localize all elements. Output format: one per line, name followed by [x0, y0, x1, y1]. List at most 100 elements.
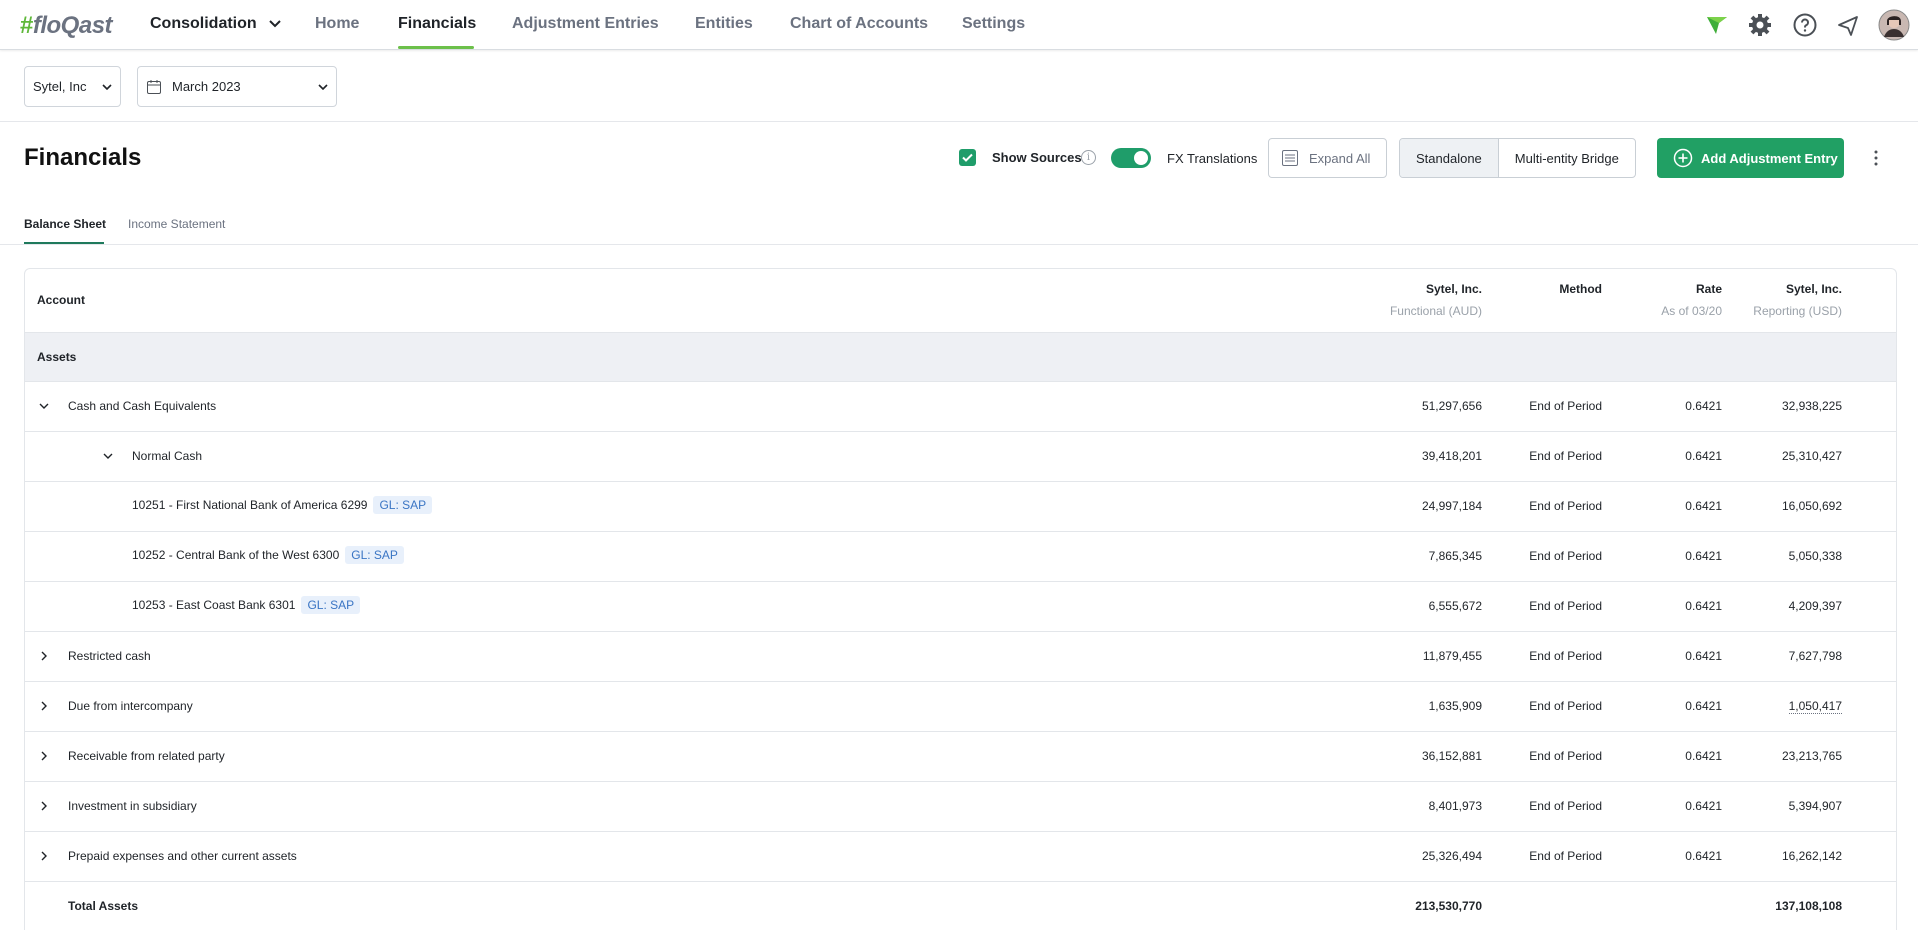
functional-value: 11,879,455 — [1422, 649, 1482, 663]
checkmark-icon — [962, 153, 973, 162]
table-row[interactable]: Restricted cash 11,879,455 End of Period… — [25, 632, 1896, 682]
reporting-value: 7,627,798 — [1788, 649, 1842, 663]
multi-entity-bridge-button[interactable]: Multi-entity Bridge — [1499, 139, 1635, 177]
functional-value: 25,326,494 — [1421, 849, 1482, 863]
fx-translations-toggle[interactable] — [1111, 148, 1151, 168]
account-name: Normal Cash — [132, 449, 203, 463]
nav-financials[interactable]: Financials — [398, 15, 476, 33]
nav-entities[interactable]: Entities — [695, 15, 753, 33]
method-value: End of Period — [1529, 749, 1602, 763]
nav-settings[interactable]: Settings — [962, 15, 1025, 33]
tab-balance-sheet[interactable]: Balance Sheet — [24, 217, 106, 231]
chevron-right-icon[interactable] — [37, 649, 51, 663]
functional-value: 6,555,672 — [1428, 599, 1482, 613]
chevron-right-icon[interactable] — [37, 699, 51, 713]
table-row[interactable]: Normal Cash 39,418,201 End of Period 0.6… — [25, 432, 1896, 482]
financials-table: Account Sytel, Inc. Functional (AUD) Met… — [24, 268, 1897, 930]
column-method: Method — [1559, 282, 1602, 296]
module-switcher[interactable]: Consolidation — [150, 15, 281, 33]
table-row[interactable]: Cash and Cash Equivalents 51,297,656 End… — [25, 382, 1896, 432]
fx-translations-label: FX Translations — [1167, 151, 1258, 166]
standalone-view-button[interactable]: Standalone — [1400, 139, 1499, 177]
page-title: Financials — [24, 144, 142, 171]
reporting-value: 16,262,142 — [1781, 849, 1842, 863]
entity-select[interactable]: Sytel, Inc — [24, 66, 121, 107]
plus-circle-icon — [1673, 148, 1693, 168]
method-value: End of Period — [1529, 849, 1602, 863]
show-sources-checkbox[interactable] — [959, 149, 976, 166]
expand-all-button[interactable]: Expand All — [1268, 138, 1387, 178]
table-row[interactable]: 10251 - First National Bank of America 6… — [25, 482, 1896, 532]
table-row[interactable]: 10253 - East Coast Bank 6301 GL: SAP 6,55… — [25, 582, 1896, 632]
rate-value: 0.6421 — [1685, 849, 1722, 863]
account-name: Restricted cash — [68, 649, 151, 663]
nav-adjustment-entries[interactable]: Adjustment Entries — [512, 15, 659, 33]
show-sources-label[interactable]: Show Sources — [992, 150, 1082, 165]
reporting-value[interactable]: 1,050,417 — [1788, 699, 1842, 714]
column-rate: Rate — [1695, 282, 1722, 296]
entity-select-value: Sytel, Inc — [33, 79, 87, 94]
reporting-value: 5,394,907 — [1788, 799, 1842, 813]
method-value: End of Period — [1529, 549, 1602, 563]
account-name-cell: 10252 - Central Bank of the West 6300 GL:… — [132, 546, 404, 564]
list-icon — [1282, 150, 1298, 166]
active-nav-indicator — [398, 46, 474, 49]
account-name: Cash and Cash Equivalents — [68, 399, 217, 413]
method-value: End of Period — [1529, 649, 1602, 663]
table-row[interactable]: Receivable from related party 36,152,881… — [25, 732, 1896, 782]
reporting-value: 16,050,692 — [1781, 499, 1842, 513]
rate-value: 0.6421 — [1685, 599, 1722, 613]
announcement-icon[interactable] — [1835, 12, 1861, 38]
reporting-value-link[interactable]: 1,050,417 — [1788, 699, 1842, 714]
functional-value: 1,635,909 — [1428, 699, 1482, 713]
statement-tabs: Balance Sheet Income Statement — [0, 212, 1918, 245]
nav-home[interactable]: Home — [315, 15, 359, 33]
chevron-down-icon[interactable] — [101, 449, 115, 463]
active-tab-indicator — [24, 242, 104, 244]
rate-value: 0.6421 — [1685, 449, 1722, 463]
functional-value: 51,297,656 — [1421, 399, 1482, 413]
info-icon[interactable]: i — [1081, 150, 1096, 165]
avatar[interactable] — [1878, 9, 1910, 41]
functional-value: 8,401,973 — [1428, 799, 1482, 813]
reporting-value: 25,310,427 — [1781, 449, 1842, 463]
tab-income-statement[interactable]: Income Statement — [128, 217, 225, 231]
method-value: End of Period — [1529, 799, 1602, 813]
account-name: Prepaid expenses and other current asset… — [68, 849, 297, 863]
more-options-icon[interactable] — [1870, 148, 1882, 168]
chevron-down-icon[interactable] — [37, 399, 51, 413]
total-assets-row: Total Assets 213,530,770 137,108,108 — [25, 882, 1896, 930]
gear-icon[interactable] — [1747, 12, 1773, 38]
reporting-value: 4,209,397 — [1788, 599, 1842, 613]
method-value: End of Period — [1529, 699, 1602, 713]
chevron-right-icon[interactable] — [37, 799, 51, 813]
rate-value: 0.6421 — [1685, 799, 1722, 813]
functional-value: 7,865,345 — [1428, 549, 1482, 563]
functional-value: 24,997,184 — [1421, 499, 1482, 513]
account-name: Total Assets — [68, 899, 139, 913]
chevron-right-icon[interactable] — [37, 849, 51, 863]
table-row[interactable]: Prepaid expenses and other current asset… — [25, 832, 1896, 882]
column-functional-sub: Functional (AUD) — [1389, 304, 1482, 318]
account-name-cell: 10253 - East Coast Bank 6301 GL: SAP — [132, 596, 361, 614]
table-row[interactable]: 10252 - Central Bank of the West 6300 GL:… — [25, 532, 1896, 582]
functional-value: 36,152,881 — [1421, 749, 1482, 763]
floqast-logo[interactable]: #floQast — [20, 12, 113, 40]
rate-value: 0.6421 — [1685, 749, 1722, 763]
reporting-value: 23,213,765 — [1781, 749, 1842, 763]
rate-value: 0.6421 — [1685, 699, 1722, 713]
reporting-value: 5,050,338 — [1788, 549, 1842, 563]
method-value: End of Period — [1529, 499, 1602, 513]
chevron-right-icon[interactable] — [37, 749, 51, 763]
help-icon[interactable] — [1792, 12, 1818, 38]
expand-all-label: Expand All — [1309, 150, 1371, 166]
table-row[interactable]: Due from intercompany 1,635,909 End of P… — [25, 682, 1896, 732]
floqast-flag-icon[interactable] — [1703, 12, 1729, 38]
table-row[interactable]: Investment in subsidiary 8,401,973 End o… — [25, 782, 1896, 832]
add-adjustment-entry-button[interactable]: Add Adjustment Entry — [1657, 138, 1844, 178]
module-label: Consolidation — [150, 15, 257, 32]
period-select[interactable]: March 2023 — [137, 66, 337, 107]
account-name: Due from intercompany — [68, 699, 193, 713]
nav-chart-of-accounts[interactable]: Chart of Accounts — [790, 15, 928, 33]
rate-value: 0.6421 — [1685, 399, 1722, 413]
